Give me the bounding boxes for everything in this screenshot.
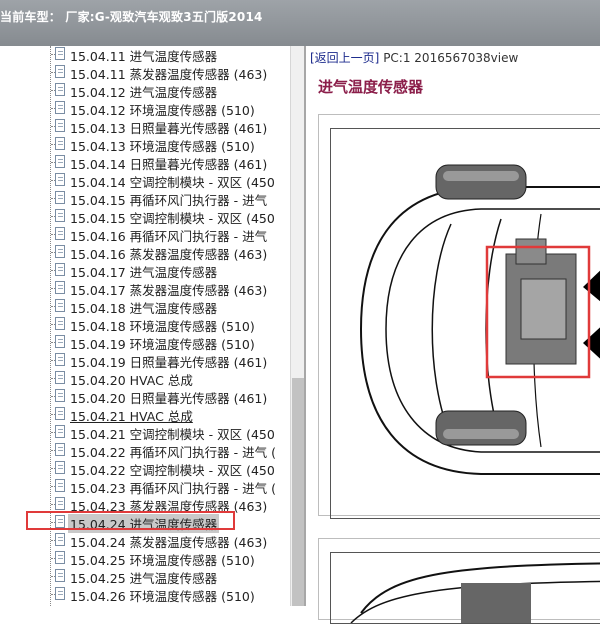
document-icon xyxy=(55,101,65,114)
document-icon xyxy=(55,227,65,240)
tree-item[interactable]: 15.04.19 日照量暮光传感器 (461) xyxy=(0,351,290,370)
document-icon xyxy=(55,479,65,492)
tree-item[interactable]: 15.04.20 HVAC 总成 xyxy=(0,369,290,388)
document-icon xyxy=(55,317,65,330)
tree-item[interactable]: 15.04.13 日照量暮光传感器 (461) xyxy=(0,117,290,136)
tree-item[interactable]: 15.04.24 蒸发器温度传感器 (463) xyxy=(0,531,290,550)
tree-item[interactable]: 15.04.17 蒸发器温度传感器 (463) xyxy=(0,279,290,298)
window-title: 当前车型： 厂家:G-观致汽车观致3五门版2014 xyxy=(0,10,263,24)
tree-item[interactable]: 15.04.25 进气温度传感器 xyxy=(0,567,290,586)
tree-item[interactable]: 15.04.18 进气温度传感器 xyxy=(0,297,290,316)
document-icon xyxy=(55,119,65,132)
tree-item[interactable]: 15.04.19 环境温度传感器 (510) xyxy=(0,333,290,352)
tree-item-label: 15.04.26 环境温度传感器 (510) xyxy=(70,589,255,604)
document-icon xyxy=(55,353,65,366)
document-icon xyxy=(55,191,65,204)
document-icon xyxy=(55,425,65,438)
tree-item[interactable]: 15.04.14 空调控制模块 - 双区 (450 xyxy=(0,171,290,190)
tree-item[interactable]: 15.04.14 日照量暮光传感器 (461) xyxy=(0,153,290,172)
car-top-view-illustration xyxy=(359,164,600,475)
document-icon xyxy=(55,299,65,312)
document-icon xyxy=(55,371,65,384)
tree-scrollbar[interactable] xyxy=(290,46,305,606)
document-icon xyxy=(55,47,65,60)
tree-item[interactable]: 15.04.26 环境温度传感器 (510) xyxy=(0,585,290,604)
page-title: 进气温度传感器 xyxy=(318,78,424,96)
document-icon xyxy=(55,65,65,78)
tree-item[interactable]: 15.04.11 蒸发器温度传感器 (463) xyxy=(0,63,290,82)
document-icon xyxy=(55,281,65,294)
document-icon xyxy=(55,551,65,564)
car-side-view-illustration xyxy=(350,562,600,623)
selected-item-highlight xyxy=(26,511,235,530)
tree-item[interactable]: 15.04.21 HVAC 总成 xyxy=(0,405,290,424)
document-icon xyxy=(55,533,65,546)
tree-item[interactable]: 15.04.17 进气温度传感器 xyxy=(0,261,290,280)
title-bar: 当前车型： 厂家:G-观致汽车观致3五门版2014 xyxy=(0,0,600,46)
document-icon xyxy=(55,137,65,150)
tree-item[interactable]: 15.04.13 环境温度传感器 (510) xyxy=(0,135,290,154)
tree-item[interactable]: 15.04.23 再循环风门执行器 - 进气 ( xyxy=(0,477,290,496)
tree-item[interactable]: 15.04.22 空调控制模块 - 双区 (450 xyxy=(0,459,290,478)
document-icon xyxy=(55,569,65,582)
document-icon xyxy=(55,209,65,222)
car-diagram xyxy=(330,128,600,519)
tree-item[interactable]: 15.04.12 环境温度传感器 (510) xyxy=(0,99,290,118)
tree-item[interactable]: 15.04.15 空调控制模块 - 双区 (450 xyxy=(0,207,290,226)
document-icon xyxy=(55,83,65,96)
tree-item[interactable]: 15.04.20 日照量暮光传感器 (461) xyxy=(0,387,290,406)
document-icon xyxy=(55,497,65,510)
tree-item[interactable]: 15.04.22 再循环风门执行器 - 进气 ( xyxy=(0,441,290,460)
document-icon xyxy=(55,263,65,276)
tree-item[interactable]: 15.04.25 环境温度传感器 (510) xyxy=(0,549,290,568)
document-icon xyxy=(55,587,65,600)
figure-frame xyxy=(318,114,600,519)
tree-item[interactable]: 15.04.16 蒸发器温度传感器 (463) xyxy=(0,243,290,262)
page-info: PC:1 2016567038view xyxy=(379,51,519,65)
document-icon xyxy=(55,155,65,168)
tree-item[interactable]: 15.04.12 进气温度传感器 xyxy=(0,81,290,100)
document-icon xyxy=(55,407,65,420)
document-icon xyxy=(55,245,65,258)
back-link[interactable]: [返回上一页] xyxy=(310,51,379,65)
tree-item[interactable]: 15.04.18 环境温度传感器 (510) xyxy=(0,315,290,334)
tree-item[interactable]: 15.04.15 再循环风门执行器 - 进气 xyxy=(0,189,290,208)
content-nav: [返回上一页] PC:1 2016567038view xyxy=(310,49,518,66)
document-icon xyxy=(55,389,65,402)
tree-item[interactable]: 15.04.11 进气温度传感器 xyxy=(0,46,290,64)
document-icon xyxy=(55,443,65,456)
tree-item[interactable]: 15.04.21 空调控制模块 - 双区 (450 xyxy=(0,423,290,442)
document-icon xyxy=(55,335,65,348)
figure-frame-2 xyxy=(318,538,600,624)
document-icon xyxy=(55,173,65,186)
tree-item[interactable]: 15.04.16 再循环风门执行器 - 进气 xyxy=(0,225,290,244)
content-pane: [返回上一页] PC:1 2016567038view 进气温度传感器 xyxy=(306,46,600,624)
document-icon xyxy=(55,461,65,474)
scrollbar-thumb[interactable] xyxy=(292,378,304,606)
car-diagram-2 xyxy=(330,552,600,624)
